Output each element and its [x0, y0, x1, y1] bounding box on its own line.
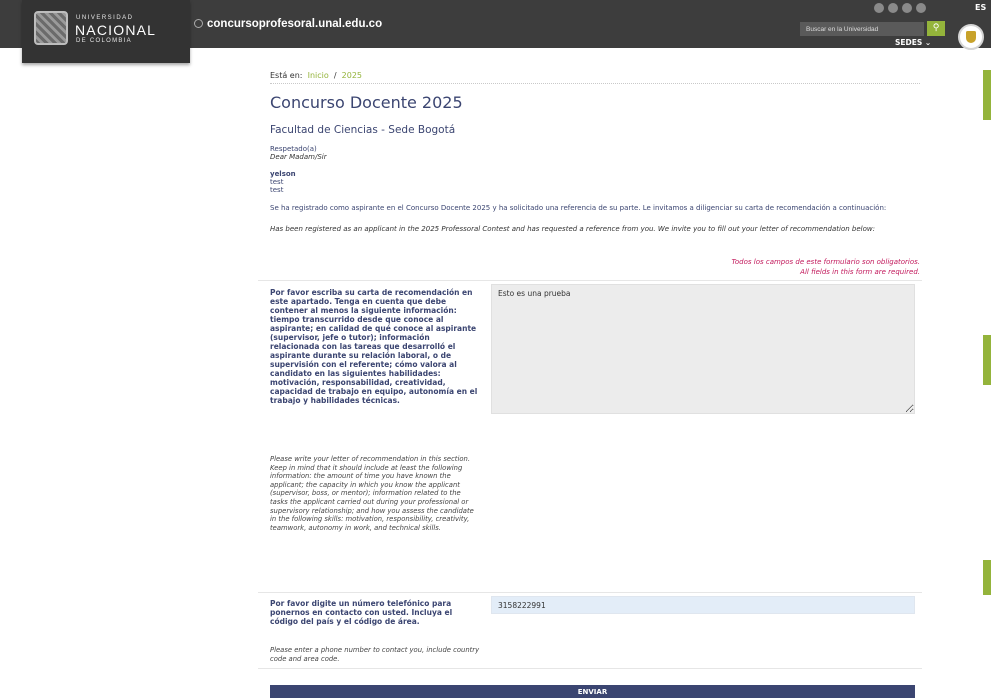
youtube-icon[interactable] — [902, 3, 912, 13]
page-subtitle: Facultad de Ciencias - Sede Bogotá — [270, 124, 456, 136]
breadcrumb-current-link[interactable]: 2025 — [342, 71, 362, 80]
greeting-en: Dear Madam/Sir — [270, 153, 327, 161]
chevron-down-icon: ⌄ — [924, 38, 932, 47]
location-pin-icon — [194, 19, 203, 28]
breadcrumb-separator: / — [333, 71, 337, 80]
letter-field-label-en: Please write your letter of recommendati… — [270, 455, 474, 532]
form-divider — [258, 280, 922, 281]
form-divider — [258, 592, 922, 593]
accent-bar — [983, 560, 991, 595]
language-selector[interactable]: ES — [975, 3, 986, 12]
twitter-icon[interactable] — [888, 3, 898, 13]
breadcrumb: Está en: Inicio / 2025 — [270, 71, 362, 80]
colombia-seal-icon[interactable] — [958, 24, 984, 50]
sedes-label: SEDES — [895, 38, 923, 47]
search-input[interactable] — [800, 22, 924, 36]
applicant-line-3: test — [270, 186, 284, 194]
recommendation-letter-textarea[interactable]: Esto es una prueba — [491, 284, 915, 414]
intro-text-en: Has been registered as an applicant in t… — [270, 225, 875, 233]
accent-bar — [983, 70, 991, 120]
search-box — [800, 22, 924, 36]
logo-text-line1: UNIVERSIDAD — [76, 15, 134, 21]
phone-number-input[interactable] — [491, 596, 915, 614]
site-url-link[interactable]: concursoprofesoral.unal.edu.co — [194, 18, 382, 30]
phone-field-label-en: Please enter a phone number to contact y… — [270, 646, 480, 663]
letter-field-label-es: Por favor escriba su carta de recomendac… — [270, 288, 478, 405]
required-note-es: Todos los campos de este formulario son … — [731, 258, 920, 266]
form-divider — [258, 668, 922, 669]
breadcrumb-divider — [270, 83, 920, 84]
social-icons — [874, 3, 926, 13]
site-url-text: concursoprofesoral.unal.edu.co — [207, 18, 383, 30]
breadcrumb-prefix: Está en: — [270, 71, 303, 80]
intro-text-es: Se ha registrado como aspirante en el Co… — [270, 204, 887, 212]
rss-icon[interactable] — [916, 3, 926, 13]
page-title: Concurso Docente 2025 — [270, 93, 463, 112]
search-icon: ⚲ — [932, 23, 940, 33]
logo-text-line3: DE COLOMBIA — [76, 38, 132, 44]
submit-button[interactable]: ENVIAR — [270, 685, 915, 698]
accent-bar — [983, 335, 991, 385]
required-note-en: All fields in this form are required. — [800, 268, 920, 276]
university-shield-icon — [34, 11, 68, 45]
logo-text-line2: NACIONAL — [75, 22, 157, 38]
facebook-icon[interactable] — [874, 3, 884, 13]
sedes-menu[interactable]: SEDES ⌄ — [895, 38, 931, 47]
phone-field-label-es: Por favor digite un número telefónico pa… — [270, 599, 453, 626]
university-logo[interactable]: UNIVERSIDAD NACIONAL DE COLOMBIA — [22, 0, 190, 63]
breadcrumb-home-link[interactable]: Inicio — [308, 71, 329, 80]
search-button[interactable]: ⚲ — [927, 21, 945, 36]
